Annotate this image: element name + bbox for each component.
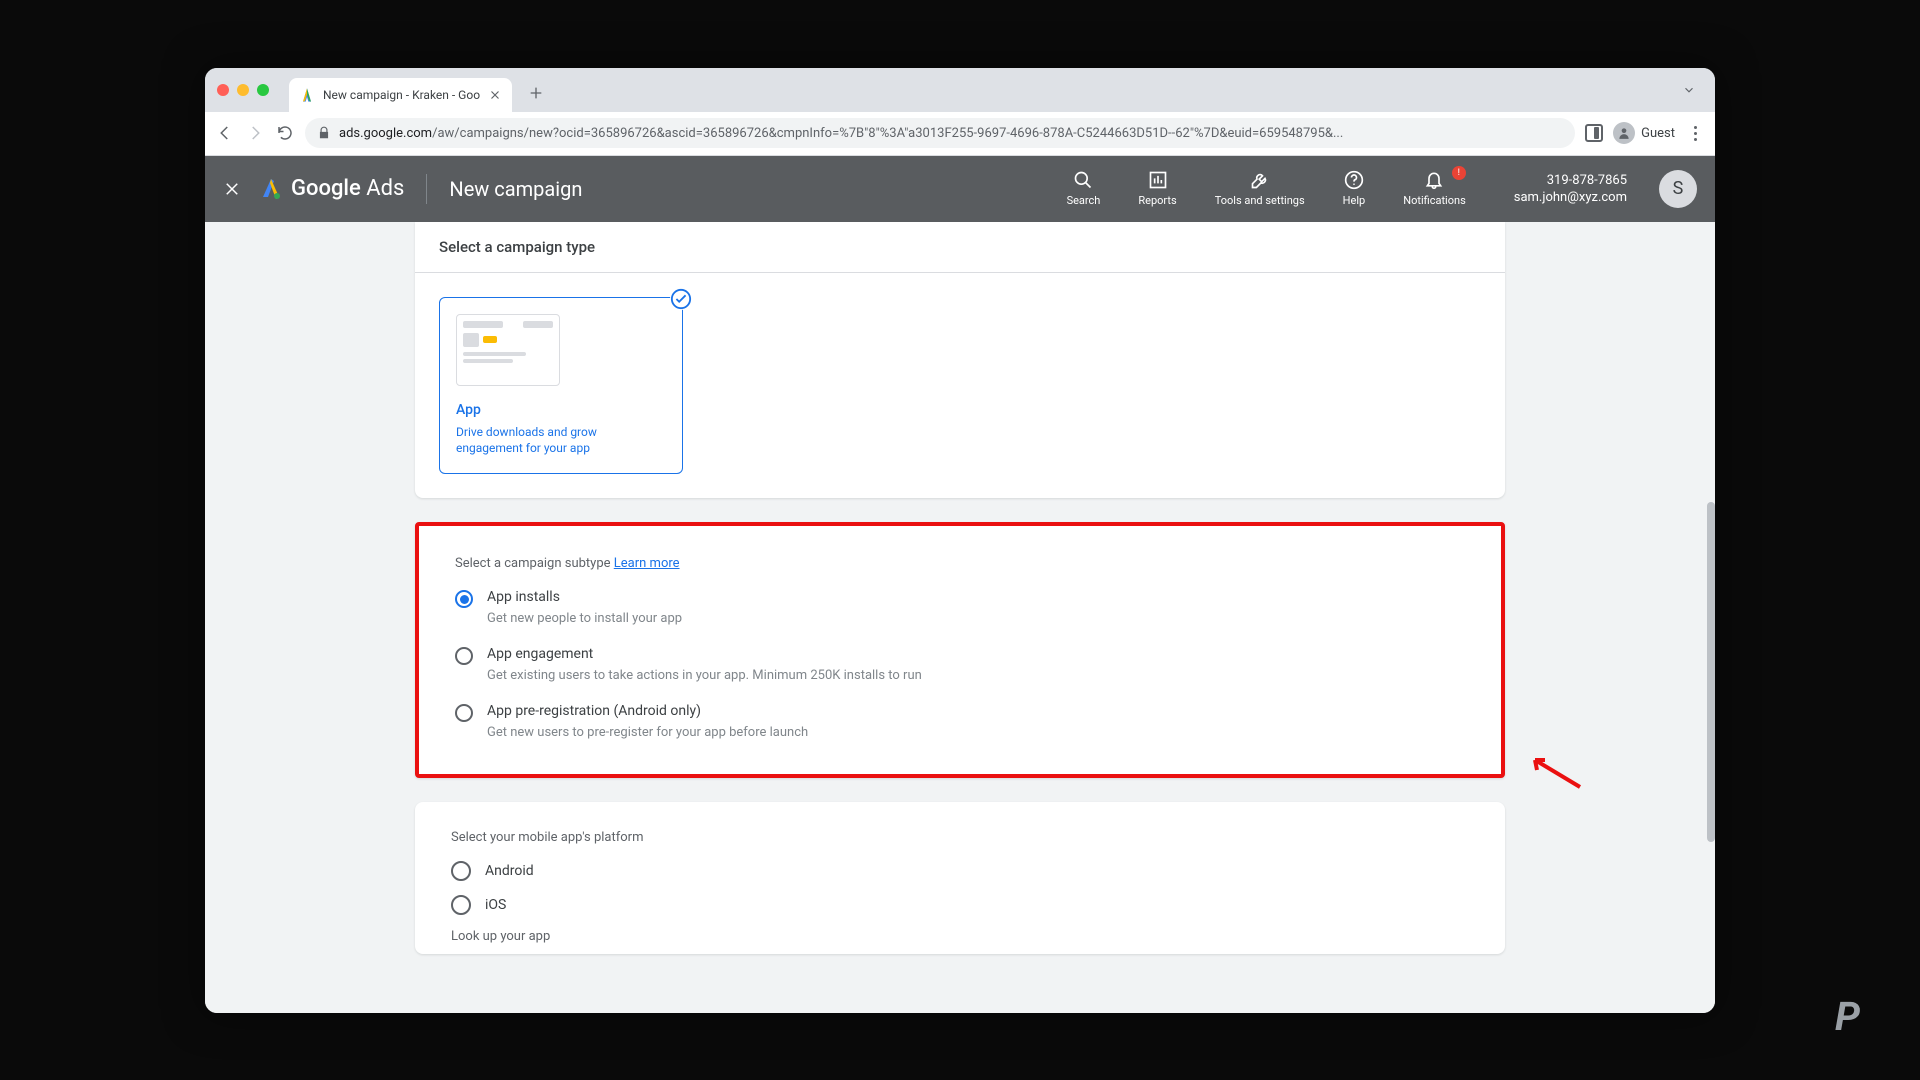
platform-option-android[interactable]: Android (451, 861, 1469, 881)
account-phone: 319-878-7865 (1547, 173, 1627, 188)
account-avatar[interactable]: S (1659, 170, 1697, 208)
notifications-button[interactable]: ! Notifications (1393, 170, 1476, 207)
forward-button[interactable] (245, 123, 265, 143)
subtype-option-installs[interactable]: App installs Get new people to install y… (455, 589, 1465, 626)
account-email: sam.john@xyz.com (1514, 190, 1627, 205)
window-minimize-button[interactable] (237, 84, 249, 96)
platform-label: Select your mobile app's platform (451, 830, 1469, 845)
radio-icon (455, 590, 473, 608)
option-desc: Get existing users to take actions in yo… (487, 668, 922, 683)
content-area: Select a campaign type App Dr (205, 222, 1715, 1013)
option-desc: Get new people to install your app (487, 611, 682, 626)
campaign-type-card: Select a campaign type App Dr (415, 222, 1505, 499)
wrench-icon (1250, 170, 1270, 190)
subtype-label: Select a campaign subtype Learn more (455, 556, 1465, 571)
search-button[interactable]: Search (1057, 170, 1111, 207)
campaign-type-app-tile[interactable]: App Drive downloads and grow engagement … (439, 297, 683, 475)
selected-check-icon (670, 288, 692, 310)
reload-button[interactable] (275, 123, 295, 143)
browser-url-bar: ads.google.com/aw/campaigns/new?ocid=365… (205, 112, 1715, 156)
radio-icon (451, 895, 471, 915)
watermark: P (1835, 993, 1860, 1040)
option-title: App engagement (487, 646, 922, 662)
option-title: App pre-registration (Android only) (487, 703, 808, 719)
annotation-arrow-icon (1525, 752, 1585, 792)
account-info[interactable]: 319-878-7865 sam.john@xyz.com (1514, 173, 1627, 205)
scrollbar[interactable] (1707, 502, 1715, 842)
guest-avatar-icon (1613, 122, 1635, 144)
learn-more-link[interactable]: Learn more (614, 556, 680, 571)
search-icon (1073, 170, 1093, 190)
help-icon (1344, 170, 1364, 190)
radio-icon (455, 704, 473, 722)
help-button[interactable]: Help (1333, 170, 1376, 207)
new-tab-button[interactable] (522, 79, 550, 107)
reports-icon (1148, 170, 1168, 190)
app-header: Google Ads New campaign Search Reports T… (205, 156, 1715, 222)
radio-icon (451, 861, 471, 881)
campaign-type-heading: Select a campaign type (415, 222, 1505, 273)
google-ads-logo[interactable]: Google Ads (259, 176, 404, 201)
tile-title: App (456, 402, 666, 418)
profile-chip[interactable]: Guest (1613, 122, 1675, 144)
google-ads-favicon (299, 87, 315, 103)
lookup-label: Look up your app (451, 929, 1469, 944)
close-tab-icon[interactable] (488, 88, 502, 102)
notification-badge: ! (1452, 166, 1466, 180)
option-title: Android (485, 863, 534, 879)
campaign-subtype-card: Select a campaign subtype Learn more App… (415, 522, 1505, 778)
tab-title: New campaign - Kraken - Goo (323, 88, 480, 102)
browser-window: New campaign - Kraken - Goo ads.google.c… (205, 68, 1715, 1013)
window-controls (217, 84, 269, 96)
page-title: New campaign (449, 177, 582, 201)
browser-menu-button[interactable] (1685, 126, 1705, 141)
platform-option-ios[interactable]: iOS (451, 895, 1469, 915)
chevron-down-icon (1682, 83, 1696, 97)
address-bar[interactable]: ads.google.com/aw/campaigns/new?ocid=365… (305, 118, 1575, 148)
reports-button[interactable]: Reports (1128, 170, 1186, 207)
browser-tab[interactable]: New campaign - Kraken - Goo (289, 78, 512, 112)
ads-logo-icon (259, 177, 283, 201)
lock-icon (317, 126, 331, 140)
browser-tab-bar: New campaign - Kraken - Goo (205, 68, 1715, 112)
subtype-option-engagement[interactable]: App engagement Get existing users to tak… (455, 646, 1465, 683)
tabs-dropdown-button[interactable] (1675, 76, 1703, 104)
close-button[interactable] (223, 180, 241, 198)
window-maximize-button[interactable] (257, 84, 269, 96)
window-close-button[interactable] (217, 84, 229, 96)
subtype-option-preregistration[interactable]: App pre-registration (Android only) Get … (455, 703, 1465, 740)
back-button[interactable] (215, 123, 235, 143)
url-text: ads.google.com/aw/campaigns/new?ocid=365… (339, 126, 1563, 141)
divider (426, 174, 427, 204)
plus-icon (528, 85, 544, 101)
option-title: iOS (485, 897, 506, 913)
tools-button[interactable]: Tools and settings (1205, 170, 1315, 207)
guest-label: Guest (1641, 126, 1675, 141)
option-title: App installs (487, 589, 682, 605)
radio-icon (455, 647, 473, 665)
tile-description: Drive downloads and grow engagement for … (456, 424, 666, 458)
campaign-type-thumbnail (456, 314, 560, 386)
option-desc: Get new users to pre-register for your a… (487, 725, 808, 740)
bell-icon (1424, 170, 1444, 190)
side-panel-button[interactable] (1585, 124, 1603, 142)
platform-card: Select your mobile app's platform Androi… (415, 802, 1505, 954)
